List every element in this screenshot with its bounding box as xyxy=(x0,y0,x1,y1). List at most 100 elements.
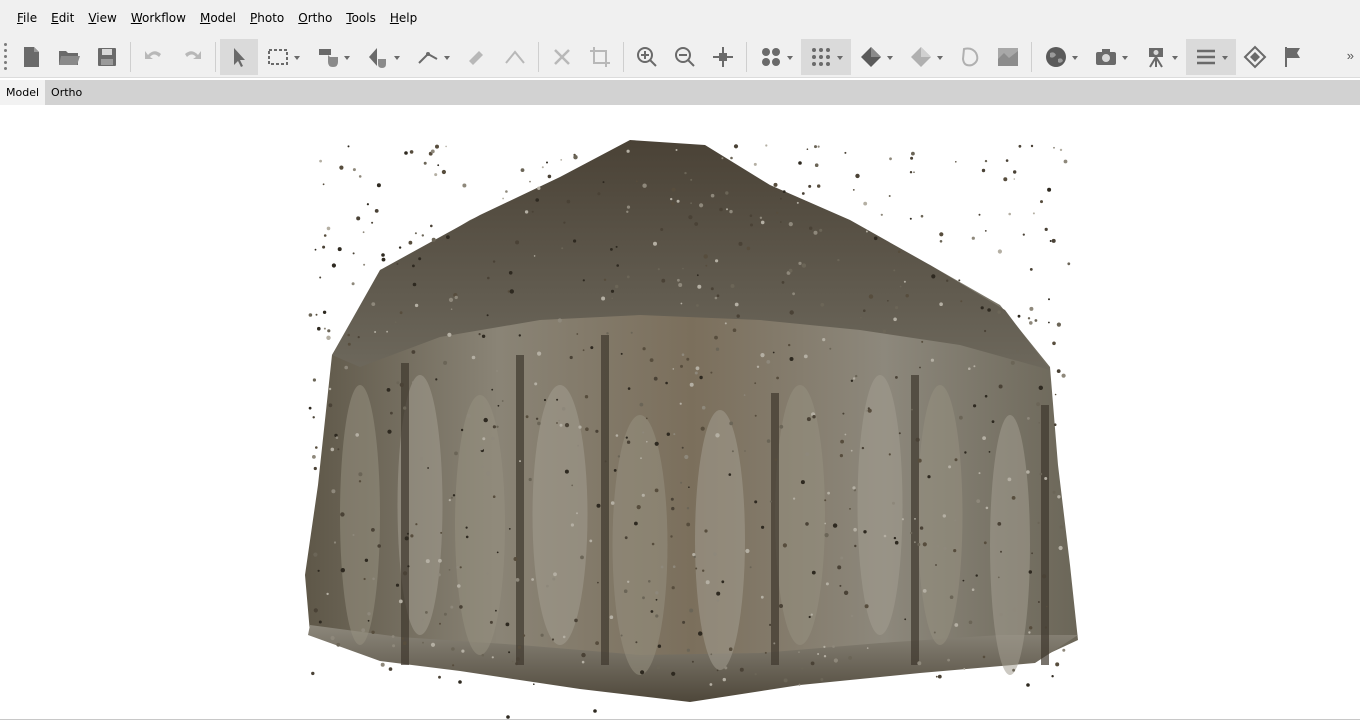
point-speck xyxy=(665,381,668,385)
zoom-out-button[interactable] xyxy=(666,39,704,75)
point-speck xyxy=(691,660,694,663)
point-speck xyxy=(756,365,760,368)
point-speck xyxy=(649,358,654,362)
ruler-button[interactable] xyxy=(408,39,458,75)
point-speck xyxy=(315,446,318,449)
undo-button[interactable] xyxy=(135,39,173,75)
point-speck xyxy=(705,580,710,585)
point-speck xyxy=(982,436,986,440)
point-speck xyxy=(984,230,987,232)
dense-cloud-button[interactable] xyxy=(801,38,851,75)
shaded-model-button[interactable] xyxy=(851,39,901,75)
point-speck xyxy=(386,388,391,392)
menu-edit[interactable]: Edit xyxy=(44,0,81,36)
save-button[interactable] xyxy=(88,39,126,75)
tab-ortho[interactable]: Ortho xyxy=(45,80,88,105)
point-speck xyxy=(313,552,318,557)
globe-button[interactable] xyxy=(1036,39,1086,75)
rotate-object-button[interactable] xyxy=(358,39,408,75)
menu-photo[interactable]: Photo xyxy=(243,0,291,36)
crop-button[interactable] xyxy=(581,39,619,75)
menu-ortho[interactable]: Ortho xyxy=(291,0,339,36)
tiled-model-button[interactable] xyxy=(951,39,989,75)
menu-help[interactable]: Help xyxy=(383,0,424,36)
point-speck xyxy=(810,613,813,616)
dem-button[interactable] xyxy=(989,39,1027,75)
open-folder-button[interactable] xyxy=(50,39,88,75)
textured-model-button[interactable] xyxy=(901,39,951,75)
point-speck xyxy=(954,519,957,522)
polyline-button[interactable] xyxy=(496,39,534,75)
navigation-hand-button[interactable] xyxy=(308,39,358,75)
rectangle-selection-button[interactable] xyxy=(258,39,308,75)
point-speck xyxy=(694,371,698,375)
point-speck xyxy=(819,228,823,232)
point-speck xyxy=(921,340,924,343)
point-speck xyxy=(852,377,856,380)
point-speck xyxy=(661,278,666,283)
list-button[interactable] xyxy=(1186,38,1236,75)
new-document-button[interactable] xyxy=(12,39,50,75)
menu-view[interactable]: View xyxy=(81,0,123,36)
point-speck xyxy=(852,189,855,191)
point-speck xyxy=(578,425,582,429)
camera-button[interactable] xyxy=(1086,39,1136,75)
point-speck xyxy=(497,404,500,407)
point-speck xyxy=(801,192,805,195)
point-speck xyxy=(824,533,829,538)
toolbar-grip-handle[interactable] xyxy=(2,42,8,72)
point-speck xyxy=(443,360,448,365)
point-speck xyxy=(367,612,371,616)
menu-workflow[interactable]: Workflow xyxy=(124,0,193,36)
carved-figure xyxy=(532,385,588,645)
camera-tripod-button[interactable] xyxy=(1136,39,1186,75)
point-speck xyxy=(680,364,683,368)
point-speck xyxy=(515,240,520,245)
point-speck xyxy=(947,658,950,662)
point-speck xyxy=(326,226,331,231)
point-speck xyxy=(627,387,631,390)
point-speck xyxy=(774,458,778,461)
point-speck xyxy=(682,267,684,270)
point-cloud-button[interactable] xyxy=(751,39,801,75)
point-speck xyxy=(959,415,963,420)
point-speck xyxy=(1037,521,1040,524)
point-speck xyxy=(450,605,454,609)
point-speck xyxy=(330,635,335,641)
point-speck xyxy=(552,577,556,581)
point-speck xyxy=(430,642,436,647)
point-speck xyxy=(509,289,514,294)
reset-view-button[interactable] xyxy=(704,39,742,75)
point-speck xyxy=(714,296,718,300)
marker-flag-button[interactable] xyxy=(1274,39,1312,75)
point-speck xyxy=(749,566,752,569)
delete-selection-button[interactable] xyxy=(543,39,581,75)
tab-model[interactable]: Model xyxy=(0,80,46,105)
point-speck xyxy=(1029,268,1033,271)
region-button[interactable] xyxy=(1236,39,1274,75)
draw-shape-button[interactable] xyxy=(458,39,496,75)
point-speck xyxy=(686,522,691,527)
point-speck xyxy=(556,422,558,424)
new-document-icon xyxy=(24,46,39,67)
point-speck xyxy=(557,318,562,323)
menu-model[interactable]: Model xyxy=(193,0,243,36)
zoom-in-button[interactable] xyxy=(628,39,666,75)
point-speck xyxy=(482,437,486,441)
main-toolbar xyxy=(0,36,1360,78)
select-arrow-button[interactable] xyxy=(220,38,258,75)
point-speck xyxy=(676,199,680,203)
redo-button[interactable] xyxy=(173,39,211,75)
point-speck xyxy=(376,183,381,188)
toolbar-overflow-button[interactable]: » xyxy=(1347,48,1354,63)
point-speck xyxy=(779,604,783,608)
point-speck xyxy=(699,203,704,208)
menu-file[interactable]: File xyxy=(10,0,44,36)
point-speck xyxy=(1012,607,1017,612)
model-3d-viewport[interactable] xyxy=(0,105,1360,722)
menu-tools[interactable]: Tools xyxy=(339,0,383,36)
point-speck xyxy=(721,157,724,160)
point-speck xyxy=(779,424,784,429)
point-speck xyxy=(414,303,419,308)
point-speck xyxy=(613,469,617,472)
